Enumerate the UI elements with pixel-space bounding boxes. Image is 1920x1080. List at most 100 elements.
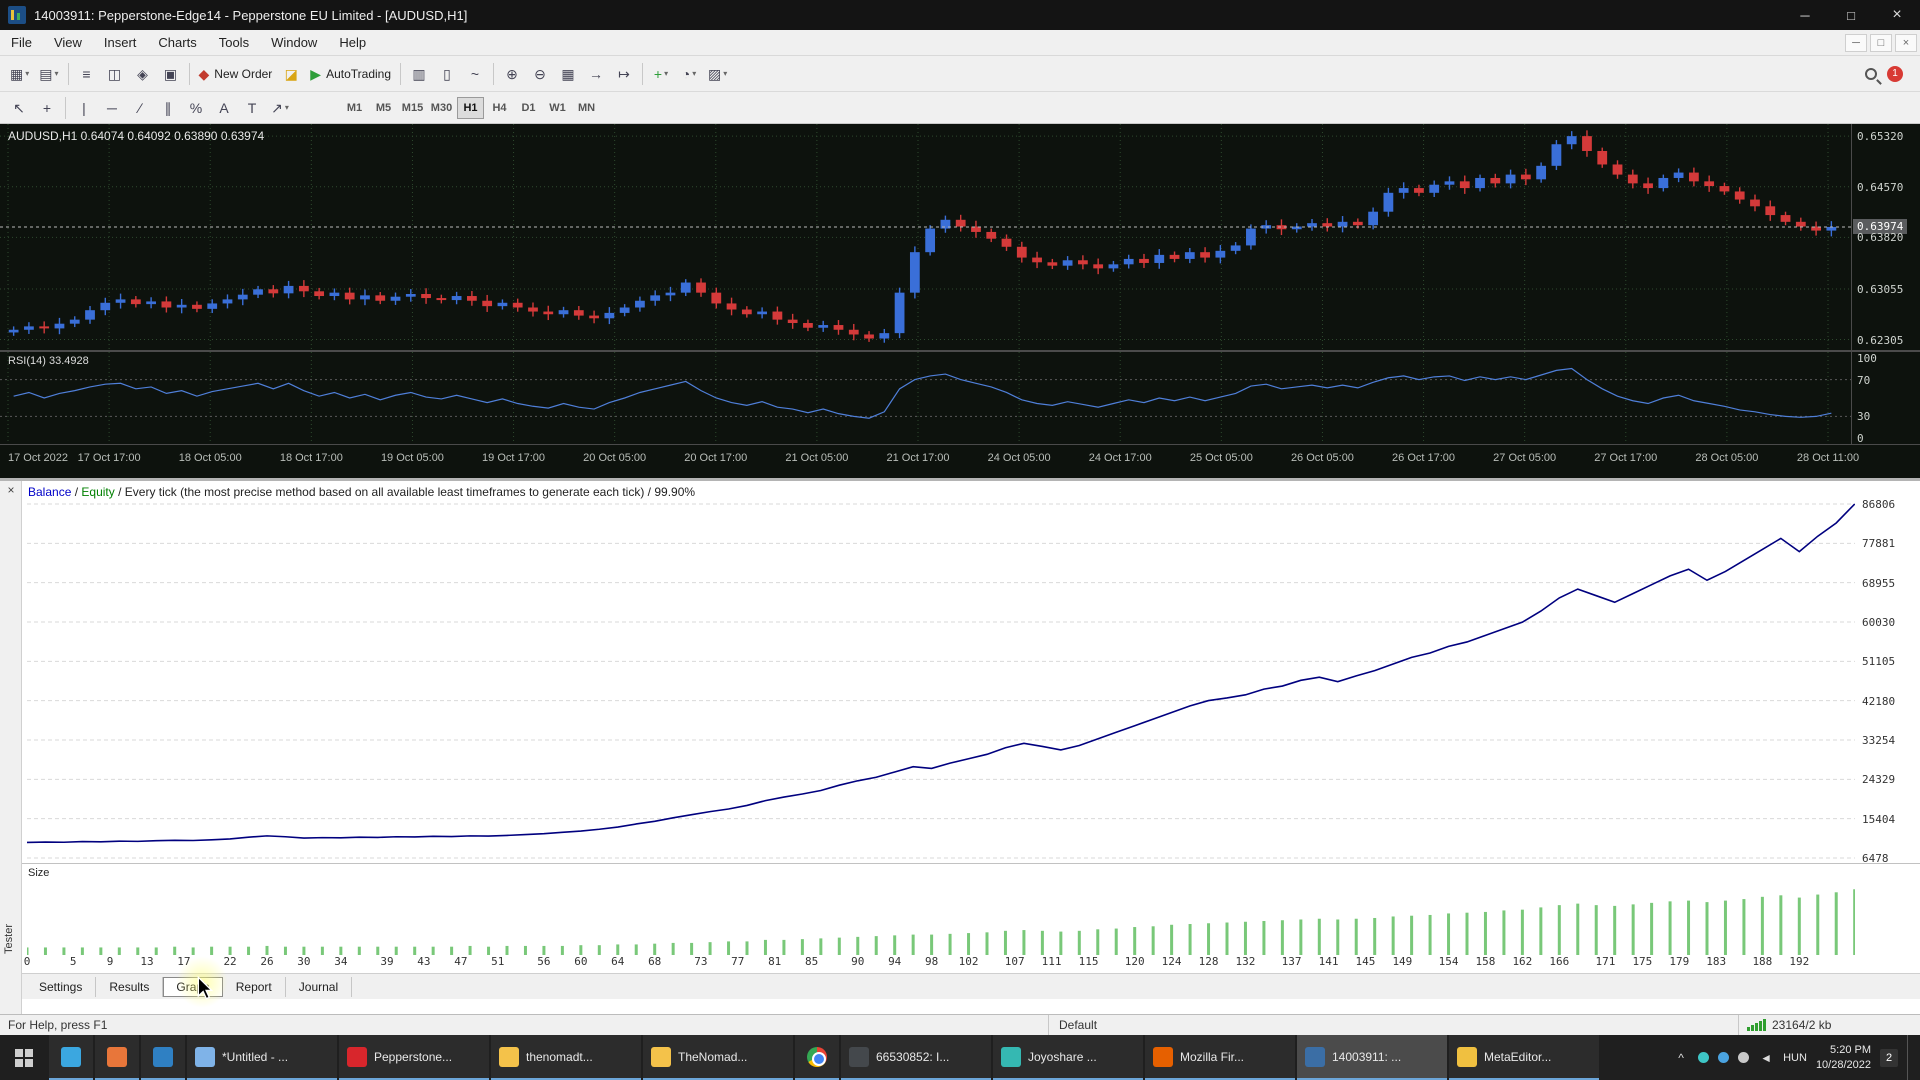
cursor-tool-button[interactable]: ↖ xyxy=(6,95,32,121)
autotrading-button[interactable]: ▶AutoTrading xyxy=(306,61,395,87)
tab-results[interactable]: Results xyxy=(96,977,163,997)
metaeditor-window[interactable]: MetaEditor... xyxy=(1449,1035,1599,1080)
child-restore-button[interactable]: □ xyxy=(1870,34,1892,52)
text-tool-button[interactable]: A xyxy=(211,95,237,121)
media-app[interactable] xyxy=(95,1035,139,1080)
menu-charts[interactable]: Charts xyxy=(147,30,207,55)
metaeditor-button[interactable]: ◪ xyxy=(278,61,304,87)
menu-insert[interactable]: Insert xyxy=(93,30,148,55)
mail-app[interactable] xyxy=(49,1035,93,1080)
tray-network-icon[interactable] xyxy=(1738,1052,1749,1063)
horizontal-line-tool-button[interactable]: ─ xyxy=(99,95,125,121)
line-chart-mode-icon: ~ xyxy=(471,67,479,81)
chart-profiles-button[interactable]: ▤▾ xyxy=(35,61,62,87)
tray-volume-icon[interactable]: ◄ xyxy=(1758,1050,1774,1066)
indicators-button[interactable]: +▾ xyxy=(648,61,674,87)
market-watch-button[interactable]: ≡ xyxy=(74,61,100,87)
menu-window[interactable]: Window xyxy=(260,30,328,55)
candlestick-chart[interactable] xyxy=(0,124,1851,350)
timeframe-D1[interactable]: D1 xyxy=(515,97,542,119)
crosshair-tool-button[interactable]: + xyxy=(34,95,60,121)
zoom-out-button[interactable]: ⊖ xyxy=(527,61,553,87)
tab-settings[interactable]: Settings xyxy=(26,977,96,997)
timeframe-H4[interactable]: H4 xyxy=(486,97,513,119)
zoom-in-button[interactable]: ⊕ xyxy=(499,61,525,87)
timeframe-M15[interactable]: M15 xyxy=(399,97,426,119)
tab-graph[interactable]: Graph xyxy=(163,977,222,997)
show-desktop-button[interactable] xyxy=(1907,1035,1912,1080)
timeframe-MN[interactable]: MN xyxy=(573,97,600,119)
balance-axis-label: 60030 xyxy=(1862,616,1895,629)
edge-app[interactable] xyxy=(141,1035,185,1080)
chart-window[interactable]: 66530852: I... xyxy=(841,1035,991,1080)
menu-view[interactable]: View xyxy=(43,30,93,55)
tray-clock[interactable]: 5:20 PM 10/28/2022 xyxy=(1816,1043,1871,1072)
new-order-button[interactable]: ◆New Order xyxy=(195,61,277,87)
menu-tools[interactable]: Tools xyxy=(208,30,260,55)
chart-profiles-icon: ▤ xyxy=(39,67,52,81)
line-chart-mode-button[interactable]: ~ xyxy=(462,61,488,87)
price-chart-pane[interactable]: AUDUSD,H1 0.64074 0.64092 0.63890 0.6397… xyxy=(0,124,1920,350)
templates-icon: ▨ xyxy=(708,67,721,81)
tester-close-icon[interactable]: × xyxy=(4,483,18,497)
timeframe-H1[interactable]: H1 xyxy=(457,97,484,119)
arrows-tool-button[interactable]: ↗▾ xyxy=(267,95,293,121)
chart-shift-button[interactable]: ↦ xyxy=(611,61,637,87)
fibonacci-tool-button[interactable]: % xyxy=(183,95,209,121)
data-window-button[interactable]: ◫ xyxy=(102,61,128,87)
tab-journal[interactable]: Journal xyxy=(286,977,352,997)
tile-windows-button[interactable]: ▦ xyxy=(555,61,581,87)
balance-curve-chart[interactable] xyxy=(27,501,1855,861)
joyoshare-window[interactable]: Joyoshare ... xyxy=(993,1035,1143,1080)
firefox-window[interactable]: Mozilla Fir... xyxy=(1145,1035,1295,1080)
tray-bluetooth-icon[interactable] xyxy=(1718,1052,1729,1063)
auto-scroll-button[interactable]: → xyxy=(583,61,609,87)
timeframe-M5[interactable]: M5 xyxy=(370,97,397,119)
time-axis-label: 20 Oct 05:00 xyxy=(583,452,646,464)
mt4-window[interactable]: 14003911: ... xyxy=(1297,1035,1447,1080)
menu-help[interactable]: Help xyxy=(328,30,377,55)
notification-badge[interactable]: 1 xyxy=(1887,66,1903,82)
search-icon[interactable] xyxy=(1865,68,1877,80)
time-axis-label: 18 Oct 17:00 xyxy=(280,452,343,464)
trade-size-chart[interactable] xyxy=(27,883,1855,955)
rsi-chart[interactable] xyxy=(0,352,1851,444)
tab-report[interactable]: Report xyxy=(223,977,286,997)
bar-chart-mode-button[interactable]: ▥ xyxy=(406,61,432,87)
rsi-indicator-pane[interactable]: RSI(14) 33.4928 10070300 xyxy=(0,352,1920,444)
tray-app-icon-1[interactable] xyxy=(1698,1052,1709,1063)
timeframe-W1[interactable]: W1 xyxy=(544,97,571,119)
start-button[interactable] xyxy=(0,1035,48,1080)
tray-chevron-up-icon[interactable]: ^ xyxy=(1673,1050,1689,1066)
chrome-app[interactable] xyxy=(795,1035,839,1080)
child-close-button[interactable]: × xyxy=(1895,34,1917,52)
menu-file[interactable]: File xyxy=(0,30,43,55)
terminal-button[interactable]: ▣ xyxy=(158,61,184,87)
minimize-button[interactable]: ─ xyxy=(1782,0,1828,30)
trade-number-label: 60 xyxy=(574,955,587,968)
templates-button[interactable]: ▨▾ xyxy=(704,61,731,87)
pepperstone-window[interactable]: Pepperstone... xyxy=(339,1035,489,1080)
periods-button[interactable]: ◔▾ xyxy=(676,61,702,87)
close-button[interactable]: × xyxy=(1874,0,1920,30)
timeframe-M1[interactable]: M1 xyxy=(341,97,368,119)
trendline-tool-button[interactable]: ∕ xyxy=(127,95,153,121)
timeframe-M30[interactable]: M30 xyxy=(428,97,455,119)
time-axis[interactable]: 17 Oct 202217 Oct 17:0018 Oct 05:0018 Oc… xyxy=(0,444,1920,478)
action-center-badge[interactable]: 2 xyxy=(1880,1049,1898,1067)
folder-window-2[interactable]: TheNomad... xyxy=(643,1035,793,1080)
new-chart-button[interactable]: ▦▾ xyxy=(6,61,33,87)
navigator-button[interactable]: ◈ xyxy=(130,61,156,87)
notepad-window[interactable]: *Untitled - ... xyxy=(187,1035,337,1080)
toolbar-separator xyxy=(400,63,401,85)
price-axis-label: 0.63055 xyxy=(1857,283,1903,296)
folder-window-1[interactable]: thenomadt... xyxy=(491,1035,641,1080)
vertical-line-tool-button[interactable]: | xyxy=(71,95,97,121)
tray-language-label[interactable]: HUN xyxy=(1783,1052,1807,1064)
maximize-button[interactable]: □ xyxy=(1828,0,1874,30)
candlestick-mode-button[interactable]: ▯ xyxy=(434,61,460,87)
child-minimize-button[interactable]: ─ xyxy=(1845,34,1867,52)
price-axis[interactable]: 0.63974 0.653200.645700.638200.630550.62… xyxy=(1851,124,1920,350)
label-tool-button[interactable]: T xyxy=(239,95,265,121)
channel-tool-button[interactable]: ∥ xyxy=(155,95,181,121)
